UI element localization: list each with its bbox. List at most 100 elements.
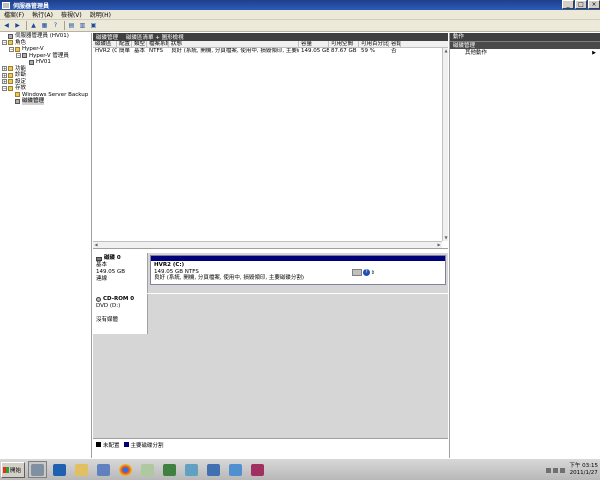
volume-list: 磁碟區配置類型檔案系統狀態容量可用空間可用百分比容錯 HVR2 (C:)簡單基本… bbox=[93, 41, 448, 249]
tray-clock[interactable]: 下午 03:15 2011/1/27 bbox=[569, 463, 598, 477]
window-controls: _ □ × bbox=[561, 0, 600, 10]
disk-legend: 未配置 主要磁碟分割 bbox=[93, 438, 448, 450]
center-pane-title: 磁碟管理 bbox=[96, 35, 119, 41]
cdrom-row[interactable]: CD-ROM 0 DVD (D:) 沒有媒體 bbox=[93, 294, 448, 334]
computer-icon bbox=[8, 33, 13, 39]
taskbar-hyperv-icon[interactable] bbox=[160, 461, 179, 478]
tray-network-icon[interactable] bbox=[546, 467, 552, 473]
menu-view[interactable]: 檢視(V) bbox=[57, 10, 86, 19]
folder-icon bbox=[8, 40, 13, 46]
taskbar-powershell-icon[interactable] bbox=[50, 461, 69, 478]
table-cell: 87.67 GB bbox=[331, 48, 357, 54]
unallocated-swatch bbox=[96, 442, 101, 447]
disk-type: 基本 bbox=[96, 262, 108, 268]
column-header[interactable]: 檔案系統 bbox=[147, 41, 169, 47]
expander-icon[interactable]: − bbox=[16, 53, 21, 59]
more-actions-label: 其他動作 bbox=[465, 50, 488, 56]
table-cell: 149.05 GB bbox=[301, 48, 329, 54]
partition-tooltip-icons: ? ⇕ bbox=[351, 269, 375, 276]
clock-time: 下午 03:15 bbox=[569, 463, 598, 469]
column-header[interactable]: 容量 bbox=[299, 41, 329, 47]
taskbar-monitor-icon[interactable] bbox=[226, 461, 245, 478]
folder-icon bbox=[15, 92, 20, 98]
spinner-icon[interactable]: ⇕ bbox=[371, 270, 375, 276]
menu-action[interactable]: 執行(A) bbox=[28, 10, 57, 19]
volume-list-horizontal-scrollbar[interactable]: ◀ ▶ bbox=[93, 241, 442, 248]
column-header[interactable]: 容錯 bbox=[389, 41, 401, 47]
taskbar-explorer-icon[interactable] bbox=[72, 461, 91, 478]
up-folder-icon[interactable]: ▲ bbox=[29, 21, 38, 30]
expander-icon[interactable]: − bbox=[2, 85, 7, 91]
folder-icon bbox=[15, 46, 20, 52]
table-cell: NTFS bbox=[149, 48, 164, 54]
cdrom-type: DVD (D:) bbox=[96, 303, 121, 309]
view-icon[interactable]: ▣ bbox=[89, 21, 98, 30]
help-icon[interactable]: ? bbox=[51, 21, 60, 30]
column-header[interactable]: 可用百分比 bbox=[359, 41, 389, 47]
column-header[interactable]: 可用空間 bbox=[329, 41, 359, 47]
window-title: 伺服器管理員 bbox=[13, 2, 50, 10]
partition-c[interactable]: HVR2 (C:) 149.05 GB NTFS 良好 (系統, 開機, 分頁檔… bbox=[150, 255, 446, 285]
properties-icon[interactable]: ▤ bbox=[67, 21, 76, 30]
cdrom-label[interactable]: CD-ROM 0 DVD (D:) 沒有媒體 bbox=[93, 294, 148, 334]
actions-section-header[interactable]: 磁碟管理 bbox=[450, 41, 600, 49]
expander-icon[interactable]: + bbox=[2, 66, 7, 72]
table-row[interactable]: HVR2 (C:)簡單基本NTFS 良好 (系統, 開機, 分頁檔案, 使用中, … bbox=[93, 48, 448, 55]
more-actions-item[interactable]: 其他動作 ▶ bbox=[450, 49, 600, 58]
taskbar-tool-icon[interactable] bbox=[138, 461, 157, 478]
tray-volume-icon[interactable] bbox=[560, 467, 566, 473]
center-pane-subtitle: 磁碟區清單 + 圖形檢視 bbox=[126, 35, 184, 41]
column-header[interactable]: 類型 bbox=[132, 41, 147, 47]
expander-icon[interactable]: + bbox=[2, 72, 7, 78]
taskbar-network-icon[interactable] bbox=[182, 461, 201, 478]
expander-icon[interactable]: − bbox=[9, 46, 14, 52]
minimize-button[interactable]: _ bbox=[562, 0, 574, 9]
forward-arrow-icon[interactable]: ▶ bbox=[13, 21, 22, 30]
taskbar-chrome-icon[interactable] bbox=[116, 461, 135, 478]
expander-icon[interactable]: − bbox=[2, 40, 7, 46]
volume-list-vertical-scrollbar[interactable]: ▲ ▼ bbox=[442, 48, 448, 241]
legend-unallocated: 未配置 bbox=[103, 442, 120, 449]
question-icon[interactable]: ? bbox=[362, 269, 370, 276]
back-arrow-icon[interactable]: ◀ bbox=[2, 21, 11, 30]
windows-logo-icon bbox=[3, 466, 9, 473]
menu-file[interactable]: 檔案(F) bbox=[0, 10, 28, 19]
table-cell: 簡單 bbox=[119, 48, 131, 54]
scroll-left-icon[interactable]: ◀ bbox=[93, 242, 99, 248]
taskbar-archive-icon[interactable] bbox=[248, 461, 267, 478]
toolbar: ◀ ▶ ▲ ▦ ? ▤ ▥ ▣ bbox=[0, 20, 600, 32]
volume-list-header: 磁碟區 配置 類型 檔案系統 狀態 容量 可用空間 可用百分比 容錯 bbox=[93, 41, 448, 48]
clock-date: 2011/1/27 bbox=[569, 470, 598, 476]
scroll-right-icon[interactable]: ▶ bbox=[436, 242, 442, 248]
server-manager-icon bbox=[2, 1, 10, 9]
legend-primary: 主要磁碟分割 bbox=[130, 442, 164, 449]
title-bar: 伺服器管理員 _ □ × bbox=[0, 0, 600, 10]
column-header[interactable]: 狀態 bbox=[169, 41, 299, 47]
column-header[interactable]: 磁碟區 bbox=[93, 41, 117, 47]
table-cell: 基本 bbox=[134, 48, 146, 54]
toolbar-separator bbox=[26, 21, 27, 30]
close-button[interactable]: × bbox=[588, 0, 600, 9]
folder-icon bbox=[8, 66, 13, 72]
taskbar-remote-icon[interactable] bbox=[204, 461, 223, 478]
table-cell: 否 bbox=[391, 48, 397, 54]
table-cell: HVR2 (C:) bbox=[95, 48, 117, 54]
export-list-icon[interactable]: ▥ bbox=[78, 21, 87, 30]
disk-partition-area: HVR2 (C:) 149.05 GB NTFS 良好 (系統, 開機, 分頁檔… bbox=[148, 253, 448, 293]
maximize-button[interactable]: □ bbox=[575, 0, 587, 9]
menu-help[interactable]: 說明(H) bbox=[86, 10, 115, 19]
start-button[interactable]: 開始 bbox=[1, 461, 25, 478]
toolbar-separator bbox=[64, 21, 65, 30]
expander-icon[interactable]: + bbox=[2, 79, 7, 85]
column-header[interactable]: 配置 bbox=[117, 41, 132, 47]
taskbar: 開始 下午 03:15 2011/1/27 bbox=[0, 458, 600, 480]
taskbar-server-manager-icon[interactable] bbox=[28, 461, 47, 478]
show-tree-icon[interactable]: ▦ bbox=[40, 21, 49, 30]
disk-label[interactable]: 磁碟 0 基本 149.05 GB 連線 bbox=[93, 253, 148, 293]
tree-item[interactable]: 磁碟管理 bbox=[0, 98, 91, 105]
disk-row[interactable]: 磁碟 0 基本 149.05 GB 連線 HVR2 (C:) 149.05 GB… bbox=[93, 253, 448, 293]
taskbar-paint-icon[interactable] bbox=[94, 461, 113, 478]
center-pane-header: 磁碟管理 磁碟區清單 + 圖形檢視 bbox=[93, 33, 448, 41]
tray-flag-icon[interactable] bbox=[553, 467, 559, 473]
start-label: 開始 bbox=[10, 467, 22, 474]
